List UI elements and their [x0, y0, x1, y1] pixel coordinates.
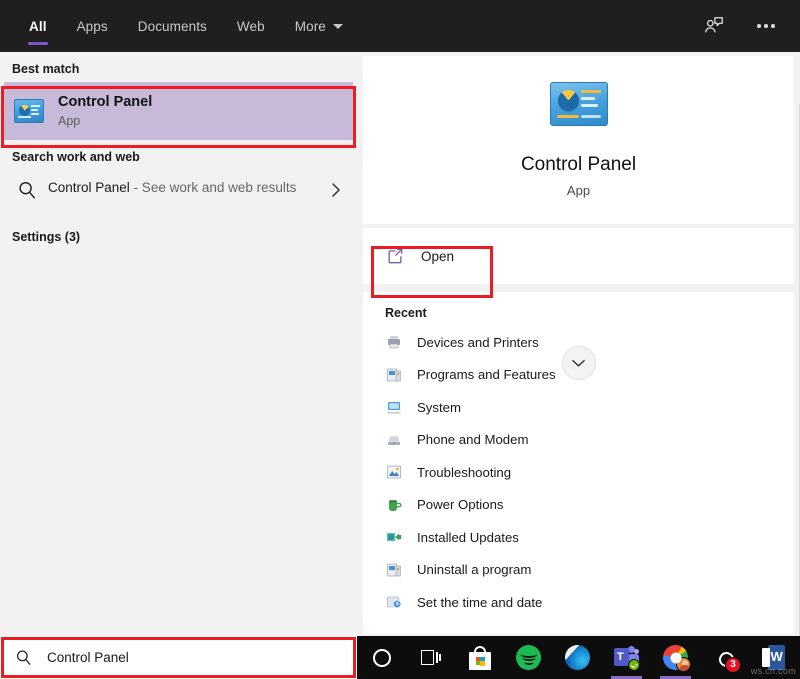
list-item-label: Programs and Features	[417, 367, 556, 382]
list-item[interactable]: Uninstall a program	[363, 554, 794, 587]
installed-updates-icon	[385, 528, 403, 546]
microsoft-store-icon	[469, 646, 491, 670]
list-item-label: Installed Updates	[417, 530, 519, 545]
chevron-down-icon[interactable]	[562, 346, 596, 380]
uninstall-program-icon	[385, 561, 403, 579]
taskbar-item-microsoft-store[interactable]	[455, 636, 504, 679]
best-match-subtitle: App	[58, 114, 152, 130]
troubleshooting-icon	[385, 463, 403, 481]
tab-all-label: All	[29, 19, 47, 34]
search-input[interactable]: Control Panel	[0, 636, 357, 679]
tab-all[interactable]: All	[14, 0, 62, 52]
search-icon	[16, 179, 38, 201]
web-result-suffix: - See work and web results	[130, 180, 297, 195]
chevron-down-icon	[333, 24, 343, 29]
devices-printers-icon	[385, 333, 403, 351]
tab-apps[interactable]: Apps	[62, 0, 123, 52]
best-match-header: Best match	[0, 52, 357, 82]
settings-header: Settings (3)	[0, 220, 357, 250]
tab-web-label: Web	[237, 19, 265, 34]
web-result-query: Control Panel	[48, 180, 130, 195]
more-options-icon[interactable]	[746, 6, 786, 46]
tab-documents[interactable]: Documents	[123, 0, 222, 52]
preview-subtitle: App	[363, 183, 794, 198]
preview-actions: Open	[363, 228, 794, 284]
list-item-label: Set the time and date	[417, 595, 542, 610]
open-button[interactable]: Open	[363, 228, 794, 284]
navbar-actions	[694, 0, 800, 52]
more-dots	[757, 24, 775, 28]
chevron-right-icon[interactable]	[329, 178, 343, 203]
list-item-label: Troubleshooting	[417, 465, 511, 480]
control-panel-icon	[550, 82, 608, 126]
watermark: ws.cn.com	[751, 666, 796, 676]
recent-section: Recent Devices and Printers	[363, 292, 794, 634]
status-badge	[628, 659, 640, 671]
teams-icon: T	[614, 646, 639, 669]
preview-hero: Control Panel App	[363, 56, 794, 224]
phone-modem-icon	[385, 431, 403, 449]
power-options-icon	[385, 496, 403, 514]
chrome-icon	[663, 645, 688, 670]
open-button-label: Open	[421, 249, 454, 264]
programs-features-icon	[385, 366, 403, 384]
control-panel-icon	[14, 99, 44, 123]
taskbar-item-chrome[interactable]	[651, 636, 700, 679]
time-date-icon	[385, 593, 403, 611]
list-item[interactable]: Set the time and date	[363, 586, 794, 619]
web-result-text: Control Panel - See work and web results	[48, 178, 296, 198]
preview-title: Control Panel	[363, 154, 794, 176]
list-item-label: Power Options	[417, 497, 504, 512]
app-preview-pane: Control Panel App Open Recent	[357, 52, 800, 636]
list-item[interactable]: Power Options	[363, 489, 794, 522]
taskbar-item-edge[interactable]	[553, 636, 602, 679]
list-item[interactable]: Phone and Modem	[363, 424, 794, 457]
recent-header: Recent	[363, 306, 794, 320]
list-item[interactable]: Installed Updates	[363, 521, 794, 554]
best-match-title: Control Panel	[58, 93, 152, 111]
edge-icon	[565, 645, 590, 670]
taskbar-item-spotify[interactable]	[504, 636, 553, 679]
task-view-icon	[421, 650, 441, 665]
tab-web[interactable]: Web	[222, 0, 280, 52]
whatsapp-icon: 3	[712, 645, 737, 670]
avatar	[676, 657, 691, 672]
best-match-row[interactable]: Control Panel App	[4, 82, 353, 140]
open-external-icon	[385, 246, 405, 266]
person-feedback-icon[interactable]	[694, 6, 734, 46]
taskbar-item-whatsapp[interactable]: 3	[700, 636, 749, 679]
tab-apps-label: Apps	[77, 19, 108, 34]
list-item-label: Uninstall a program	[417, 562, 531, 577]
tab-documents-label: Documents	[138, 19, 207, 34]
spotify-icon	[516, 645, 541, 670]
system-icon	[385, 398, 403, 416]
search-input-value: Control Panel	[47, 650, 129, 665]
search-results-pane: Best match Control Panel App Search work…	[0, 52, 357, 636]
tab-more-label: More	[295, 19, 326, 34]
taskbar-item-cortana[interactable]	[357, 636, 406, 679]
windows-search-overlay: All Apps Documents Web More	[0, 0, 800, 679]
taskbar-item-task-view[interactable]	[406, 636, 455, 679]
search-work-web-header: Search work and web	[0, 140, 357, 170]
search-filter-tabs: All Apps Documents Web More	[0, 0, 358, 52]
taskbar-item-teams[interactable]: T	[602, 636, 651, 679]
taskbar: T 3 W ws.cn.com	[357, 636, 800, 679]
list-item-label: Phone and Modem	[417, 432, 528, 447]
list-item[interactable]: Troubleshooting	[363, 456, 794, 489]
search-navbar: All Apps Documents Web More	[0, 0, 800, 52]
tab-more[interactable]: More	[280, 0, 358, 52]
search-icon	[14, 648, 33, 667]
notification-badge: 3	[725, 657, 741, 673]
list-item-label: System	[417, 400, 461, 415]
list-item[interactable]: System	[363, 391, 794, 424]
list-item-label: Devices and Printers	[417, 335, 539, 350]
cortana-icon	[373, 649, 391, 667]
web-result-row[interactable]: Control Panel - See work and web results	[4, 170, 353, 220]
best-match-text: Control Panel App	[58, 93, 152, 130]
